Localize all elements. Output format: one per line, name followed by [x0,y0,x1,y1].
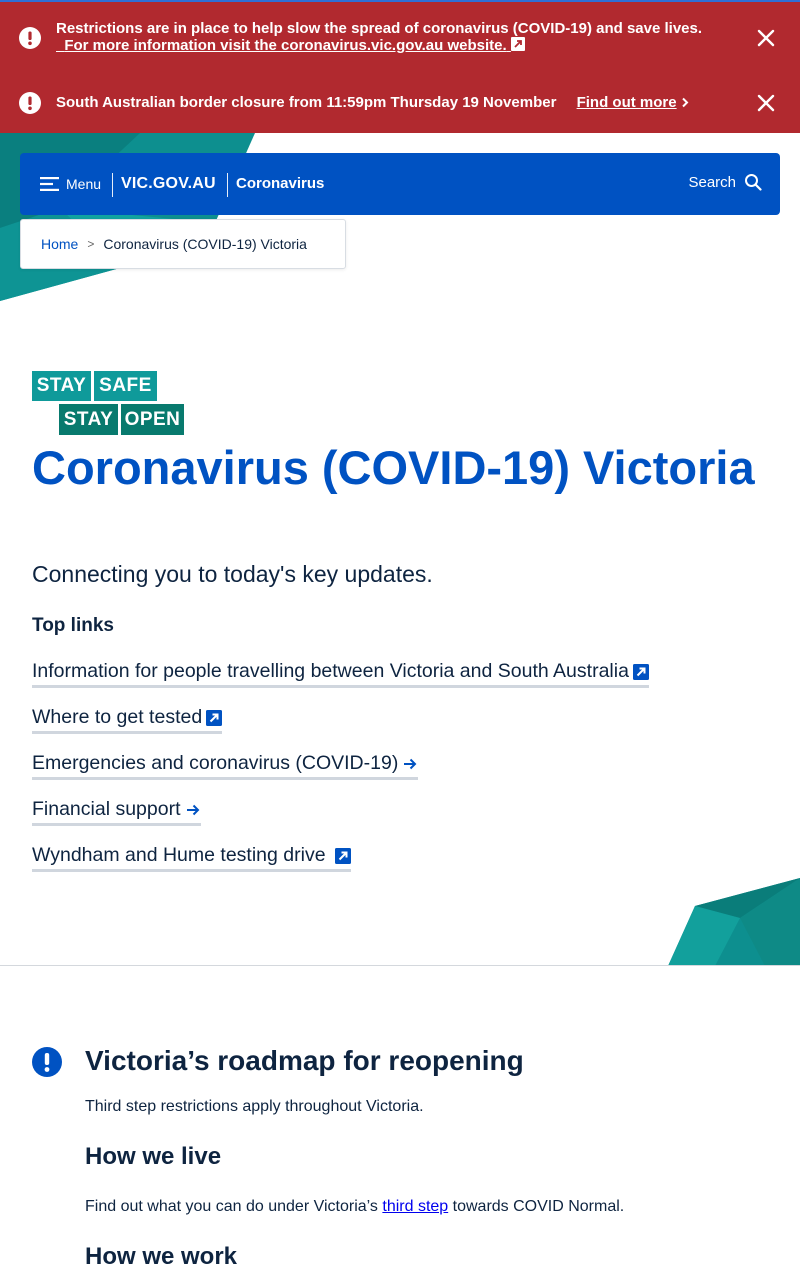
external-link-icon [334,847,351,864]
breadcrumb-separator: > [87,237,95,251]
breadcrumb-current: Coronavirus (COVID-19) Victoria [103,236,307,252]
breadcrumb-home-link[interactable]: Home [41,236,78,252]
alert-message: South Australian border closure from 11:… [56,94,756,111]
top-link-label: Financial support [32,798,181,820]
alert-exclamation-icon [32,1047,62,1077]
arrow-right-icon [404,758,417,769]
alert-text: South Australian border closure from 11:… [56,94,557,111]
logo-safe-text: SAFE [94,371,157,401]
top-link-travel-sa[interactable]: Information for people travelling betwee… [32,660,649,688]
vic-gov-logo-link[interactable]: VIC.GOV.AU [121,175,216,193]
hero-bottom-decoration [668,878,800,966]
top-link-financial-support[interactable]: Financial support [32,798,201,826]
search-label: Search [688,173,736,191]
nav-divider [112,173,113,197]
alert-text: Restrictions are in place to help slow t… [56,20,703,37]
page-intro: Connecting you to today's key updates. [32,561,433,587]
external-link-icon [510,37,525,51]
alert-more-info-link[interactable]: For more information visit the coronavir… [56,37,525,54]
external-link-icon [632,663,649,680]
third-step-link[interactable]: third step [382,1198,448,1215]
roadmap-subtitle: Third step restrictions apply throughout… [85,1098,424,1115]
how-we-live-text: Find out what you can do under Victoria’… [85,1198,624,1216]
find-out-more-link[interactable]: Find out more [577,94,677,111]
nav-divider [227,173,228,197]
close-icon[interactable] [756,93,776,113]
site-name-link[interactable]: Coronavirus [236,175,324,192]
stay-safe-stay-open-logo: STAY SAFE STAY OPEN [32,371,184,435]
top-link-get-tested[interactable]: Where to get tested [32,706,223,734]
logo-stay-text: STAY [32,371,91,401]
search-button[interactable]: Search [688,173,762,191]
live-text-before: Find out what you can do under Victoria’… [85,1198,378,1215]
breadcrumb: Home > Coronavirus (COVID-19) Victoria [20,219,346,269]
top-link-label: Wyndham and Hume testing drive [32,844,326,866]
page-title: Coronavirus (COVID-19) Victoria [32,441,755,494]
section-divider [0,965,800,966]
roadmap-title: Victoria’s roadmap for reopening [85,1045,524,1076]
border-closure-alert: South Australian border closure from 11:… [0,74,800,133]
search-icon [745,174,762,191]
logo-stay-text: STAY [59,404,118,435]
live-text-after: towards COVID Normal. [452,1198,625,1215]
top-links-heading: Top links [32,615,114,636]
alert-exclamation-icon [19,27,41,49]
close-icon[interactable] [756,28,776,48]
logo-open-text: OPEN [121,404,184,435]
how-we-work-heading: How we work [85,1243,238,1270]
alert-message: Restrictions are in place to help slow t… [56,20,736,54]
covid-restrictions-alert: Restrictions are in place to help slow t… [0,0,800,74]
alert-exclamation-icon [19,92,41,114]
top-link-label: Where to get tested [32,706,203,728]
how-we-live-heading: How we live [85,1143,222,1170]
chevron-right-icon [682,97,689,108]
menu-button[interactable]: Menu [40,173,101,195]
main-navbar: Menu VIC.GOV.AU Coronavirus Search [20,153,780,215]
menu-label: Menu [66,176,102,192]
top-link-label: Information for people travelling betwee… [32,660,629,682]
external-link-icon [206,709,223,726]
top-link-emergencies[interactable]: Emergencies and coronavirus (COVID-19) [32,752,419,780]
hamburger-menu-icon [40,177,59,191]
arrow-right-icon [186,804,199,815]
top-link-label: Emergencies and coronavirus (COVID-19) [32,752,399,774]
top-link-wyndham-hume[interactable]: Wyndham and Hume testing drive [32,844,351,872]
